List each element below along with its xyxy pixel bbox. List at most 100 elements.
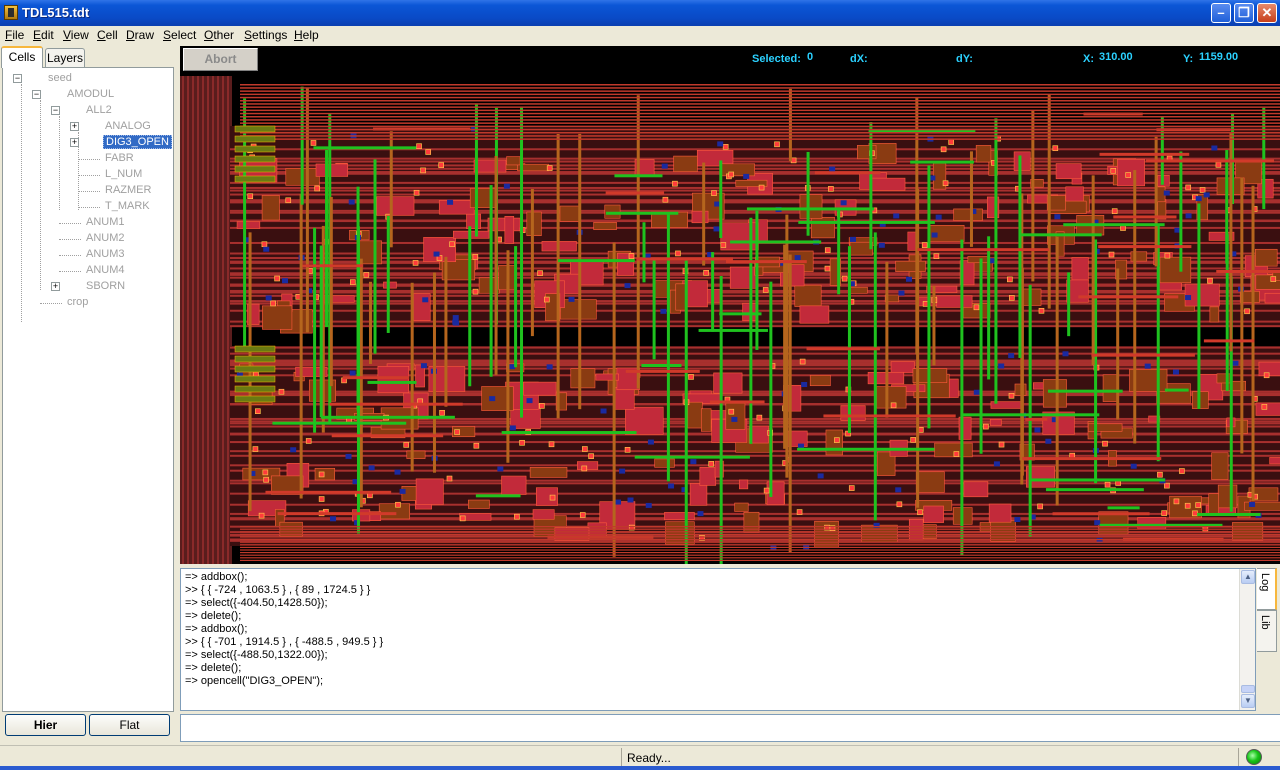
- window-title: TDL515.tdt: [22, 5, 90, 20]
- layout-shape: [234, 155, 276, 163]
- layout-shape: [236, 221, 261, 229]
- layout-shape: [849, 236, 856, 242]
- layout-shape: [1116, 268, 1120, 420]
- layout-shape: [917, 509, 923, 516]
- collapse-icon[interactable]: −: [51, 106, 60, 115]
- expand-icon[interactable]: +: [51, 282, 60, 291]
- scroll-thumb[interactable]: [1241, 685, 1255, 693]
- layout-shape: [1179, 151, 1183, 272]
- layout-shape: [983, 423, 989, 430]
- tree-node-analog[interactable]: ANALOG: [105, 120, 151, 132]
- expand-icon[interactable]: +: [70, 122, 79, 131]
- layout-shape: [1104, 481, 1111, 488]
- layout-shape: [376, 196, 415, 216]
- menu-draw[interactable]: Draw: [126, 28, 154, 42]
- layout-shape: [910, 437, 916, 443]
- layout-shape: [240, 84, 1280, 86]
- expand-icon[interactable]: +: [70, 138, 79, 147]
- tree-node-anum4[interactable]: ANUM4: [86, 264, 125, 276]
- tab-cells[interactable]: Cells: [1, 46, 43, 68]
- tree-node-fabr[interactable]: FABR: [105, 152, 134, 164]
- tree-node-sborn[interactable]: SBORN: [86, 280, 125, 292]
- menu-help[interactable]: Help: [294, 28, 319, 42]
- layout-shape: [1008, 392, 1015, 399]
- collapse-icon[interactable]: −: [13, 74, 22, 83]
- tree-connector: [59, 255, 81, 256]
- tree-node-l-num[interactable]: L_NUM: [105, 168, 142, 180]
- tab-lib[interactable]: Lib: [1257, 610, 1277, 652]
- tree-node-t-mark[interactable]: T_MARK: [105, 200, 150, 212]
- layout-shape: [240, 119, 1280, 121]
- tree-node-seed[interactable]: seed: [48, 72, 72, 84]
- layout-shape: [1120, 225, 1126, 231]
- layout-shape: [931, 232, 938, 238]
- tree-node-anum3[interactable]: ANUM3: [86, 248, 125, 260]
- layout-shape: [809, 375, 831, 387]
- layout-shape: [624, 447, 631, 453]
- menu-cell[interactable]: Cell: [97, 28, 118, 42]
- layout-shape: [383, 281, 397, 289]
- layout-shape: [1071, 257, 1089, 282]
- menu-settings[interactable]: Settings: [244, 28, 287, 42]
- layout-shape: [240, 109, 1280, 112]
- layout-shape: [1042, 379, 1067, 408]
- tab-log[interactable]: Log: [1257, 568, 1277, 610]
- layout-shape: [420, 167, 426, 174]
- collapse-icon[interactable]: −: [32, 90, 41, 99]
- hier-button[interactable]: Hier: [5, 714, 86, 736]
- layout-shape: [1034, 427, 1041, 433]
- cell-tree[interactable]: − seed − AMODUL − ALL2 + ANALOG + DIG3_O…: [2, 67, 174, 712]
- layout-shape: [487, 217, 521, 232]
- tree-node-anum1[interactable]: ANUM1: [86, 216, 125, 228]
- layout-shape: [973, 304, 980, 311]
- tab-layers[interactable]: Layers: [45, 48, 85, 68]
- layout-shape: [605, 211, 679, 215]
- scroll-down-icon[interactable]: ▼: [1241, 694, 1255, 708]
- layout-shape: [489, 396, 496, 402]
- abort-button[interactable]: Abort: [183, 48, 258, 71]
- layout-shape: [579, 512, 586, 518]
- tree-node-crop[interactable]: crop: [67, 296, 88, 308]
- layout-shape: [916, 188, 920, 508]
- tree-node-anum2[interactable]: ANUM2: [86, 232, 125, 244]
- layout-shape: [265, 490, 392, 494]
- maximize-button[interactable]: ❐: [1234, 3, 1254, 23]
- scroll-up-icon[interactable]: ▲: [1241, 570, 1255, 584]
- layout-shape: [1258, 361, 1280, 377]
- close-button[interactable]: ✕: [1257, 3, 1277, 23]
- flat-button[interactable]: Flat: [89, 714, 170, 736]
- layout-shape: [329, 196, 333, 387]
- menu-select[interactable]: Select: [163, 28, 196, 42]
- menu-view[interactable]: View: [63, 28, 89, 42]
- layout-canvas[interactable]: [180, 46, 1280, 564]
- layout-shape: [570, 368, 596, 389]
- layout-shape: [240, 112, 1280, 115]
- tree-node-amodul[interactable]: AMODUL: [67, 88, 114, 100]
- tree-node-all2[interactable]: ALL2: [86, 104, 112, 116]
- layout-shape: [1225, 233, 1229, 391]
- tree-connector: [59, 271, 81, 272]
- layout-shape: [406, 450, 426, 459]
- layout-shape: [893, 213, 900, 219]
- tree-node-razmer[interactable]: RAZMER: [105, 184, 151, 196]
- layout-shape: [636, 257, 733, 261]
- log-console[interactable]: => addbox(); >> { { -724 , 1063.5 } , { 8…: [180, 568, 1256, 711]
- app-icon: [4, 5, 18, 20]
- layout-shape: [270, 300, 276, 307]
- layout-shape: [1052, 512, 1150, 516]
- menu-edit[interactable]: Edit: [33, 28, 54, 42]
- log-scrollbar[interactable]: ▲ ▼: [1239, 569, 1255, 710]
- layout-shape: [758, 184, 765, 191]
- layout-shape: [711, 252, 715, 332]
- menu-file[interactable]: File: [5, 28, 24, 42]
- tree-node-dig3-open[interactable]: DIG3_OPEN: [103, 135, 172, 149]
- command-input[interactable]: [180, 714, 1280, 742]
- layout-shape: [240, 125, 1280, 128]
- menu-other[interactable]: Other: [204, 28, 234, 42]
- layout-shape: [935, 214, 942, 220]
- layout-shape: [628, 253, 635, 260]
- layout-shape: [998, 363, 1005, 369]
- layout-shape: [1211, 145, 1218, 151]
- minimize-button[interactable]: –: [1211, 3, 1231, 23]
- layout-shape: [501, 475, 527, 495]
